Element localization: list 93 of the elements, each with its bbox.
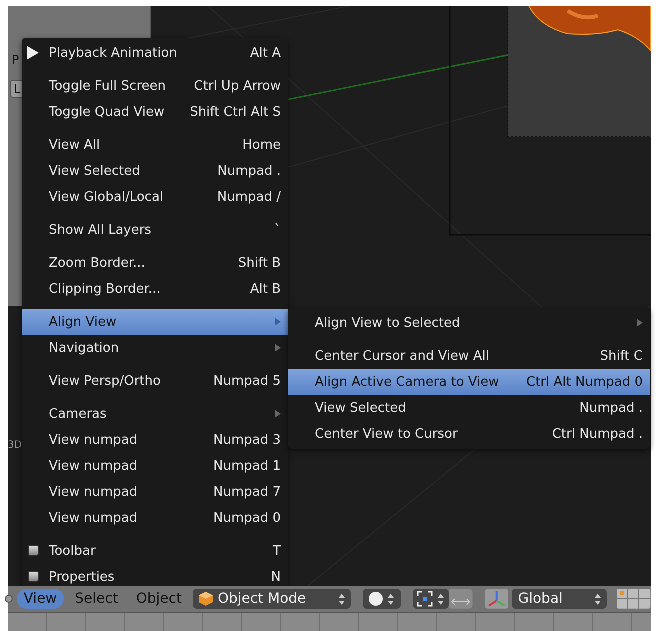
menu-item-label: Center View to Cursor — [315, 426, 459, 442]
shortcut-label: Alt A — [250, 46, 281, 60]
menu-item[interactable]: View numpad Numpad 0 — [22, 505, 288, 531]
shortcut-label: Numpad 5 — [213, 374, 281, 388]
shading-dropdown[interactable] — [363, 589, 402, 609]
sphere-icon — [369, 592, 384, 606]
panel-label: 3D — [8, 440, 22, 451]
shortcut-label: Numpad . — [218, 164, 281, 178]
menu-item-label: View Selected — [315, 400, 408, 416]
menu-item[interactable]: Align View — [22, 309, 288, 335]
menu-item[interactable]: View numpad Numpad 7 — [22, 479, 288, 505]
menu-item[interactable]: View All Home — [22, 132, 288, 158]
menu-item-label: Center Cursor and View All — [315, 348, 490, 364]
menu-item-label: Properties — [49, 570, 116, 584]
up-down-arrows-icon — [388, 594, 394, 604]
shortcut-label: N — [271, 570, 281, 584]
menu-item[interactable]: Playback Animation Alt A — [22, 40, 288, 66]
menu-item[interactable]: Show All Layers ` — [22, 217, 288, 243]
menu-item-label: Toggle Full Screen — [49, 78, 167, 94]
up-down-arrows-icon — [339, 594, 346, 604]
menu-item-label: Navigation — [49, 340, 120, 356]
pivot-icon — [417, 591, 434, 607]
menu-item[interactable]: Toggle Full Screen Ctrl Up Arrow — [22, 73, 288, 99]
header-menu[interactable]: Object — [129, 589, 189, 609]
menu-item-label: Align View — [49, 314, 118, 330]
menu-item-label: View Selected — [49, 164, 142, 178]
menu-item-label: Show All Layers — [49, 222, 152, 238]
menu-item-label: Cameras — [49, 406, 108, 422]
menu-item-label: View numpad — [49, 458, 139, 474]
menu-item-label: View Persp/Ortho — [49, 374, 162, 388]
submenu-arrow-icon — [275, 410, 281, 418]
shortcut-label: Home — [242, 138, 281, 152]
menu-item[interactable]: Navigation — [22, 335, 288, 361]
menu-item-label: Playback Animation — [49, 46, 178, 60]
submenu-arrow-icon — [637, 319, 643, 327]
shortcut-label: Alt B — [250, 282, 281, 296]
shortcut-label: T — [273, 544, 281, 558]
shortcut-label: Numpad / — [217, 190, 281, 204]
menu-item-label: View All — [49, 138, 102, 152]
collapse-icon[interactable] — [5, 595, 13, 603]
menu-item-label: View numpad — [49, 484, 139, 500]
shortcut-label: ` — [274, 222, 281, 238]
menu-item[interactable]: Properties N — [22, 564, 288, 590]
menu-item[interactable]: View Global/Local Numpad / — [22, 184, 288, 210]
menu-item[interactable]: Center Cursor and View All Shift C — [288, 343, 650, 369]
shortcut-label: Numpad 3 — [213, 432, 281, 448]
shortcut-label: Ctrl Up Arrow — [194, 78, 281, 94]
menu-item-label: Align View to Selected — [315, 316, 462, 330]
menu-item[interactable]: Cameras — [22, 401, 288, 427]
shortcut-label: Shift B — [238, 256, 281, 270]
panel-label: P — [12, 53, 20, 67]
menu-item-label: View numpad — [49, 510, 139, 526]
mode-dropdown[interactable]: Object Mode — [192, 589, 352, 609]
submenu-arrow-icon — [275, 344, 281, 352]
menu-item[interactable]: View numpad Numpad 3 — [22, 427, 288, 453]
checkbox[interactable] — [28, 571, 39, 582]
shortcut-label: Numpad . — [580, 400, 643, 416]
shortcut-label: Numpad 1 — [213, 458, 281, 474]
shortcut-label: Ctrl Numpad . — [552, 426, 643, 442]
menu-item[interactable]: Clipping Border... Alt B — [22, 276, 288, 302]
shortcut-label: Shift Ctrl Alt S — [190, 104, 281, 120]
menu-item[interactable]: View Persp/Ortho Numpad 5 — [22, 368, 288, 394]
pivot-dropdown[interactable] — [413, 589, 449, 609]
header-menu[interactable]: View — [16, 589, 64, 609]
shortcut-label: Ctrl Alt Numpad 0 — [526, 374, 643, 390]
menu-item[interactable]: Align View to Selected — [288, 310, 650, 336]
menu-item[interactable]: Toggle Quad View Shift Ctrl Alt S — [22, 99, 288, 125]
menu-item-label: View numpad — [49, 432, 139, 448]
menu-item[interactable]: Zoom Border... Shift B — [22, 250, 288, 276]
menu-item[interactable]: Center View to Cursor Ctrl Numpad . — [288, 421, 650, 447]
menu-item-label: View Global/Local — [49, 190, 165, 204]
menu-item-label: Zoom Border... — [49, 256, 146, 270]
menu-item-label: Toolbar — [49, 544, 97, 558]
shortcut-label: Numpad 0 — [213, 510, 281, 526]
cube-icon — [198, 592, 213, 606]
snap-arrows-icon[interactable] — [448, 589, 473, 609]
menu-item-label: Clipping Border... — [49, 282, 162, 296]
menu-item-label: Align Active Camera to View — [315, 374, 500, 390]
submenu-arrow-icon — [275, 318, 281, 326]
play-icon — [27, 46, 39, 60]
menu-item[interactable]: Align Active Camera to View Ctrl Alt Numpad 0 — [288, 369, 650, 395]
shortcut-label: Shift C — [600, 348, 643, 364]
menu-item[interactable]: View Selected Numpad . — [288, 395, 650, 421]
menu-item-label: Toggle Quad View — [49, 104, 166, 120]
menu-item[interactable]: View Selected Numpad . — [22, 158, 288, 184]
checkbox[interactable] — [28, 545, 39, 556]
header-menu[interactable]: Select — [68, 589, 126, 609]
up-down-arrows-icon — [595, 594, 602, 604]
up-down-arrows-icon — [438, 594, 444, 604]
menu-item[interactable]: Toolbar T — [22, 538, 288, 564]
menu-item[interactable]: View numpad Numpad 1 — [22, 453, 288, 479]
orientation-dropdown[interactable]: Global — [512, 589, 608, 609]
shortcut-label: Numpad 7 — [213, 484, 281, 500]
